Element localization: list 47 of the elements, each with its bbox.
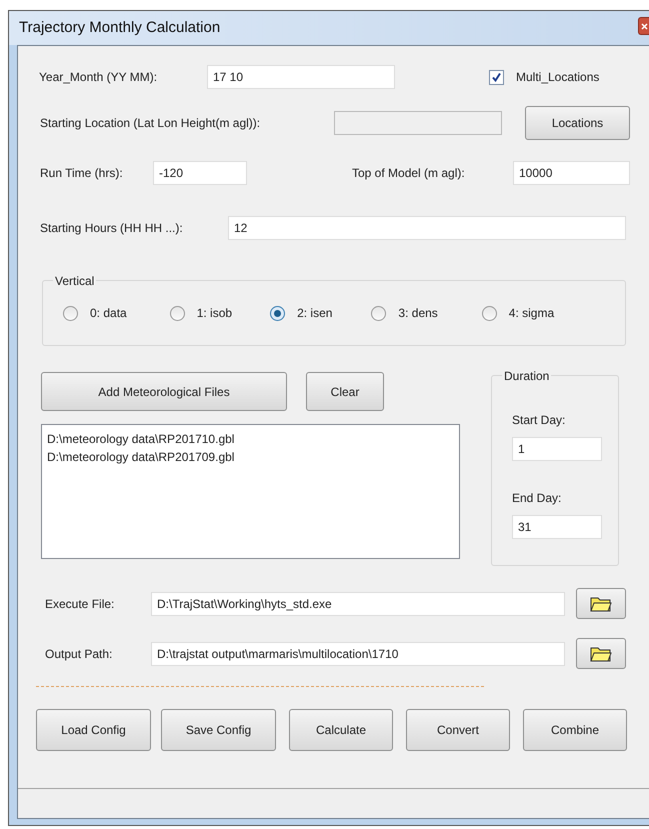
field-label: Start Day: xyxy=(512,412,566,429)
radio-label: 2: isen xyxy=(297,305,332,322)
button[interactable]: Convert xyxy=(406,709,510,751)
input-field[interactable]: D:\TrajStat\Working\hyts_std.exe xyxy=(151,592,565,616)
checkbox-label: Multi_Locations xyxy=(516,69,600,86)
button[interactable]: Save Config xyxy=(161,709,276,751)
input-field[interactable]: 10000 xyxy=(513,160,630,184)
radio-label: 4: sigma xyxy=(508,305,554,322)
radio-button[interactable] xyxy=(170,306,185,320)
list-item[interactable]: D:\meteorology data\RP201709.gbl xyxy=(47,448,454,466)
window-title: Trajectory Monthly Calculation xyxy=(19,18,220,38)
file-list[interactable]: D:\meteorology data\RP201710.gbl D:\meteorology data\RP201709.gbl xyxy=(41,424,460,559)
list-item[interactable]: D:\meteorology data\RP201710.gbl xyxy=(47,430,454,448)
field-label: Execute File: xyxy=(45,596,116,612)
radio-label: 0: data xyxy=(90,305,127,322)
field-label: Starting Hours (HH HH ...): xyxy=(40,220,184,236)
radio-label: 3: dens xyxy=(398,305,438,322)
input-field[interactable]: 17 10 xyxy=(207,65,395,89)
close-button[interactable] xyxy=(638,17,649,35)
button[interactable]: Locations xyxy=(525,106,630,140)
folder-icon xyxy=(590,596,612,612)
button[interactable]: Calculate xyxy=(289,709,393,751)
button[interactable]: Combine xyxy=(523,709,627,751)
radio-button[interactable] xyxy=(270,306,286,320)
input-field[interactable]: 1 xyxy=(512,437,602,461)
radio-button[interactable] xyxy=(482,306,497,320)
input-field[interactable]: -120 xyxy=(153,160,247,184)
radio-button[interactable] xyxy=(371,306,386,320)
field-label: Run Time (hrs): xyxy=(40,164,124,182)
radio-label: 1: isob xyxy=(196,305,232,322)
radio-button[interactable] xyxy=(63,306,78,320)
input-field[interactable]: 12 xyxy=(228,216,626,240)
browse-button[interactable] xyxy=(576,588,626,619)
field-label: Starting Location (Lat Lon Height(m agl)): xyxy=(40,115,262,132)
browse-button[interactable] xyxy=(576,638,626,669)
checkbox[interactable] xyxy=(489,70,504,84)
field-label: Output Path: xyxy=(45,646,114,662)
field-label: Top of Model (m agl): xyxy=(352,164,466,182)
field-label: End Day: xyxy=(512,490,562,507)
button[interactable]: Add Meteorological Files xyxy=(41,372,287,411)
button[interactable]: Load Config xyxy=(36,709,151,751)
input-field[interactable]: 31 xyxy=(512,515,602,539)
input-field[interactable]: D:\trajstat output\marmaris\multilocation\1710 xyxy=(151,642,565,666)
field-label: Year_Month (YY MM): xyxy=(39,69,158,86)
button[interactable]: Clear xyxy=(306,372,384,411)
folder-icon xyxy=(590,646,612,662)
close-icon xyxy=(640,22,648,30)
